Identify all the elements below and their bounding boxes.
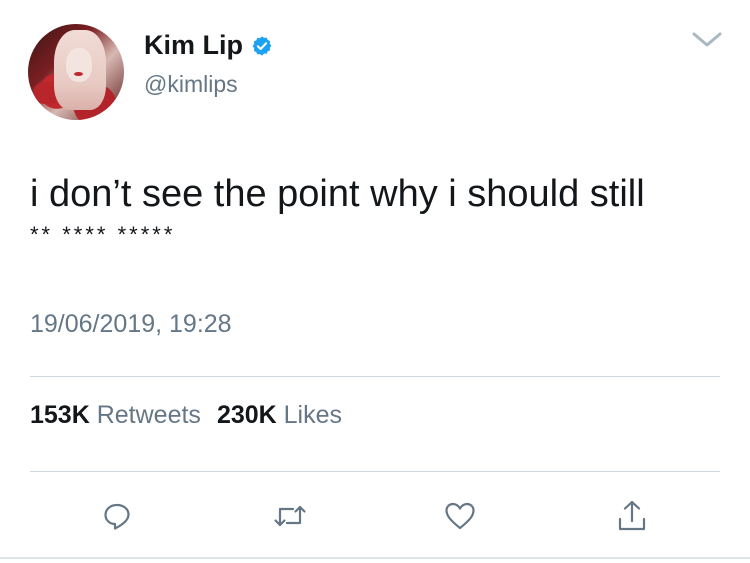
avatar[interactable] (28, 24, 124, 120)
share-icon (618, 500, 646, 531)
tweet-censored-line: ** **** ***** (30, 221, 176, 247)
likes-label: Likes (283, 401, 343, 429)
divider (30, 376, 720, 377)
avatar-face (66, 48, 92, 82)
retweet-icon (274, 505, 306, 527)
tweet-timestamp[interactable]: 19/06/2019, 19:28 (30, 310, 232, 339)
chevron-down-icon[interactable] (690, 26, 724, 52)
share-button[interactable] (612, 496, 652, 536)
like-button[interactable] (440, 496, 480, 536)
divider (30, 471, 720, 472)
tweet-text: i don’t see the point why i should still… (30, 172, 645, 248)
display-name[interactable]: Kim Lip (144, 30, 243, 61)
likes-count: 230K (216, 401, 277, 429)
retweet-button[interactable] (270, 496, 310, 536)
retweets-count: 153K (30, 401, 90, 429)
retweets-label: Retweets (96, 401, 201, 429)
action-bar (0, 496, 750, 536)
name-row: Kim Lip (144, 30, 273, 61)
verified-badge-icon (252, 35, 272, 56)
retweets-stat[interactable]: 153K Retweets (30, 401, 201, 429)
reply-button[interactable] (97, 496, 137, 536)
tweet-text-line: i don’t see the point why i should still (30, 173, 645, 215)
user-handle[interactable]: @kimlips (144, 71, 238, 98)
tweet-stats: 153K Retweets 230K Likes (30, 401, 342, 430)
likes-stat[interactable]: 230K Likes (217, 401, 342, 429)
avatar-lips (74, 72, 83, 76)
heart-icon (445, 502, 475, 530)
bottom-rule (0, 557, 750, 559)
reply-icon (104, 503, 130, 530)
